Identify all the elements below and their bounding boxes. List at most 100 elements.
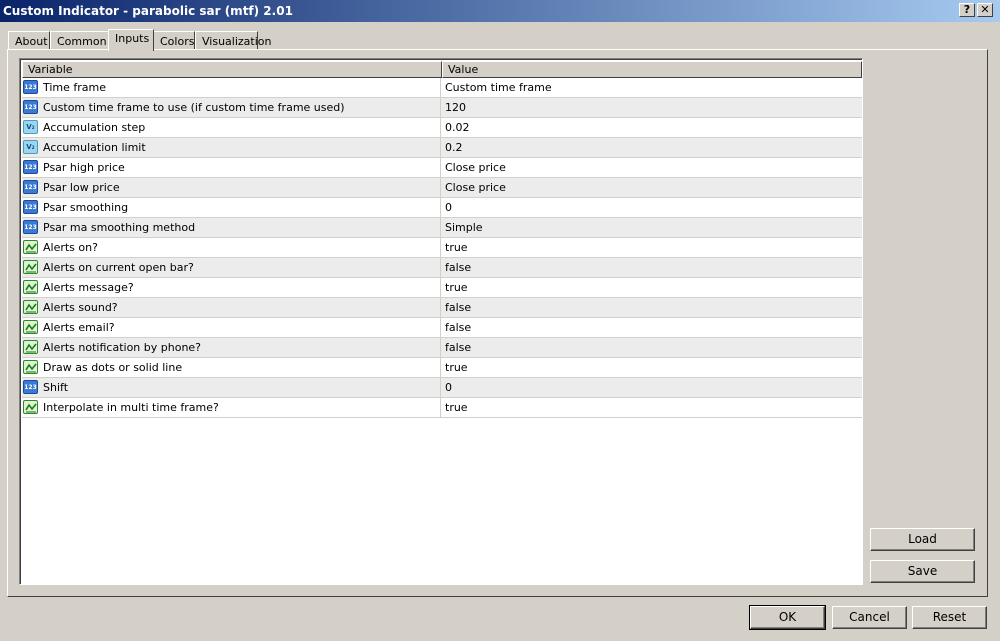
double-icon: V₂ (23, 120, 38, 134)
variable-label: Alerts on current open bar? (43, 261, 194, 274)
variable-cell: V₂ Accumulation step (22, 118, 441, 137)
table-row[interactable]: Alerts email? false (22, 318, 862, 338)
close-button[interactable]: ✕ (977, 3, 993, 17)
variable-label: Interpolate in multi time frame? (43, 401, 219, 414)
table-row[interactable]: Draw as dots or solid line true (22, 358, 862, 378)
grid-header: Variable Value (22, 61, 862, 78)
cancel-button[interactable]: Cancel (832, 606, 907, 629)
table-row[interactable]: Alerts sound? false (22, 298, 862, 318)
value-cell[interactable]: 0.02 (442, 118, 862, 137)
variable-label: Psar high price (43, 161, 125, 174)
variable-label: Psar smoothing (43, 201, 129, 214)
variable-cell: Alerts message? (22, 278, 441, 297)
bool-icon (23, 400, 38, 414)
table-row[interactable]: 123 Psar ma smoothing method Simple (22, 218, 862, 238)
bool-icon (23, 320, 38, 334)
variable-cell: V₂ Accumulation limit (22, 138, 441, 157)
value-cell[interactable]: 0 (442, 378, 862, 397)
int-icon: 123 (23, 100, 38, 114)
table-row[interactable]: Alerts notification by phone? false (22, 338, 862, 358)
load-button[interactable]: Load (870, 528, 975, 551)
variable-label: Psar low price (43, 181, 120, 194)
variable-label: Alerts on? (43, 241, 98, 254)
table-row[interactable]: 123 Time frame Custom time frame (22, 78, 862, 98)
bool-icon (23, 260, 38, 274)
int-icon: 123 (23, 220, 38, 234)
variable-cell: 123 Time frame (22, 78, 441, 97)
bool-icon (23, 280, 38, 294)
inputs-grid[interactable]: Variable Value 123 Time frame Custom time … (19, 58, 863, 585)
variable-cell: Alerts email? (22, 318, 441, 337)
variable-label: Draw as dots or solid line (43, 361, 183, 374)
value-cell[interactable]: true (442, 398, 862, 417)
value-cell[interactable]: true (442, 278, 862, 297)
reset-button[interactable]: Reset (912, 606, 987, 629)
ok-button[interactable]: OK (749, 605, 826, 630)
column-header-variable[interactable]: Variable (22, 61, 442, 78)
table-row[interactable]: 123 Psar smoothing 0 (22, 198, 862, 218)
variable-label: Alerts message? (43, 281, 134, 294)
value-cell[interactable]: Simple (442, 218, 862, 237)
variable-label: Shift (43, 381, 69, 394)
grid-rows: 123 Time frame Custom time frame 123 Custom … (22, 78, 862, 418)
table-row[interactable]: 123 Shift 0 (22, 378, 862, 398)
variable-cell: Alerts on? (22, 238, 441, 257)
variable-label: Alerts email? (43, 321, 115, 334)
variable-cell: Alerts on current open bar? (22, 258, 441, 277)
variable-cell: 123 Psar ma smoothing method (22, 218, 441, 237)
variable-cell: Alerts sound? (22, 298, 441, 317)
bool-icon (23, 360, 38, 374)
window-title: Custom Indicator - parabolic sar (mtf) 2… (3, 4, 293, 18)
table-row[interactable]: Alerts on current open bar? false (22, 258, 862, 278)
tab-visualization[interactable]: Visualization (195, 31, 271, 50)
tab-common[interactable]: Common (50, 31, 109, 50)
bool-icon (23, 240, 38, 254)
table-row[interactable]: Alerts on? true (22, 238, 862, 258)
int-icon: 123 (23, 180, 38, 194)
title-bar[interactable]: Custom Indicator - parabolic sar (mtf) 2… (0, 0, 1000, 22)
variable-label: Time frame (43, 81, 107, 94)
variable-cell: 123 Custom time frame to use (if custom t… (22, 98, 441, 117)
table-row[interactable]: Alerts message? true (22, 278, 862, 298)
value-cell[interactable]: 0 (442, 198, 862, 217)
variable-cell: Interpolate in multi time frame? (22, 398, 441, 417)
variable-label: Custom time frame to use (if custom time… (43, 101, 345, 114)
table-row[interactable]: V₂ Accumulation limit 0.2 (22, 138, 862, 158)
tab-about[interactable]: About (8, 31, 50, 50)
int-icon: 123 (23, 160, 38, 174)
variable-label: Alerts notification by phone? (43, 341, 202, 354)
value-cell[interactable]: Close price (442, 178, 862, 197)
value-cell[interactable]: Close price (442, 158, 862, 177)
tab-inputs[interactable]: Inputs (108, 29, 154, 51)
value-cell[interactable]: 120 (442, 98, 862, 117)
value-cell[interactable]: false (442, 298, 862, 317)
variable-cell: 123 Psar low price (22, 178, 441, 197)
variable-cell: 123 Psar smoothing (22, 198, 441, 217)
value-cell[interactable]: false (442, 338, 862, 357)
save-button[interactable]: Save (870, 560, 975, 583)
table-row[interactable]: 123 Psar low price Close price (22, 178, 862, 198)
int-icon: 123 (23, 200, 38, 214)
value-cell[interactable]: true (442, 238, 862, 257)
variable-cell: 123 Psar high price (22, 158, 441, 177)
help-button[interactable]: ? (959, 3, 975, 17)
double-icon: V₂ (23, 140, 38, 154)
int-icon: 123 (23, 380, 38, 394)
tab-colors[interactable]: Colors (153, 31, 195, 50)
variable-label: Alerts sound? (43, 301, 118, 314)
variable-label: Psar ma smoothing method (43, 221, 196, 234)
value-cell[interactable]: false (442, 318, 862, 337)
int-icon: 123 (23, 80, 38, 94)
value-cell[interactable]: Custom time frame (442, 78, 862, 97)
value-cell[interactable]: 0.2 (442, 138, 862, 157)
table-row[interactable]: 123 Psar high price Close price (22, 158, 862, 178)
variable-label: Accumulation limit (43, 141, 146, 154)
table-row[interactable]: Interpolate in multi time frame? true (22, 398, 862, 418)
column-header-value[interactable]: Value (442, 61, 862, 78)
variable-cell: 123 Shift (22, 378, 441, 397)
table-row[interactable]: V₂ Accumulation step 0.02 (22, 118, 862, 138)
value-cell[interactable]: false (442, 258, 862, 277)
value-cell[interactable]: true (442, 358, 862, 377)
table-row[interactable]: 123 Custom time frame to use (if custom t… (22, 98, 862, 118)
bool-icon (23, 340, 38, 354)
